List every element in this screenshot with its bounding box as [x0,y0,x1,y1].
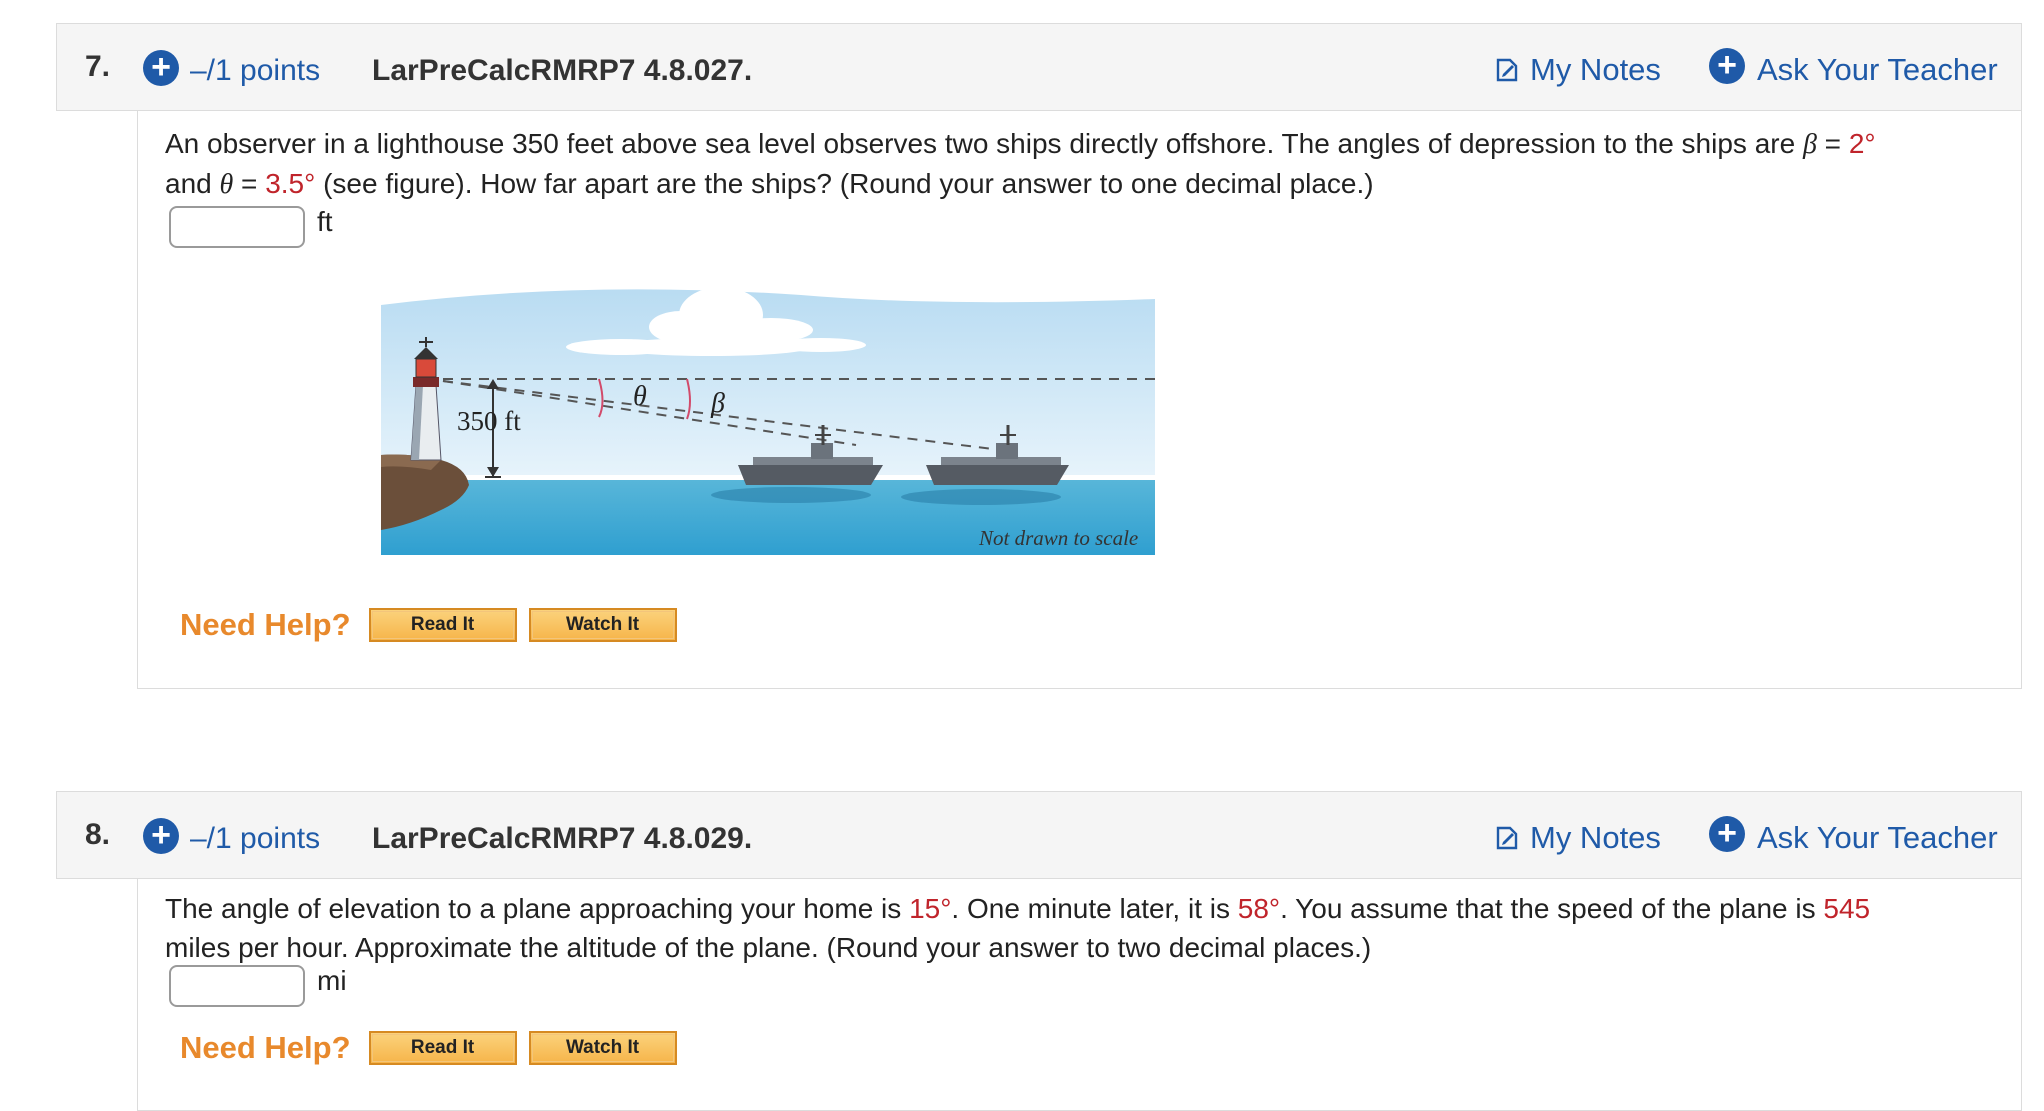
my-notes-link[interactable]: My Notes [1494,52,1661,88]
question-text: An observer in a lighthouse 350 feet abo… [165,128,1876,200]
beta-value: 2° [1848,128,1876,159]
my-notes-label: My Notes [1530,52,1661,87]
assignment-id: LarPreCalcRMRP7 4.8.027. [372,54,753,87]
question-header: 7. + –/1 points LarPreCalcRMRP7 4.8.027.… [56,23,2022,111]
question-body: The angle of elevation to a plane approa… [137,879,2022,1111]
points-link[interactable]: –/1 points [190,822,320,856]
speed-value: 545 [1823,893,1871,924]
question-number: 7. [85,50,111,83]
theta-label: θ [633,381,647,412]
question-number: 8. [85,818,111,851]
answer-input[interactable] [169,206,305,248]
beta-label: β [710,388,725,419]
plus-circle-icon[interactable]: + [1709,48,1745,84]
note-icon [1496,826,1518,850]
scale-note: Not drawn to scale [978,526,1138,550]
question-body: An observer in a lighthouse 350 feet abo… [137,111,2022,689]
my-notes-link[interactable]: My Notes [1494,820,1661,856]
plus-circle-icon[interactable]: + [143,50,179,86]
assignment-id: LarPreCalcRMRP7 4.8.029. [372,822,753,855]
ask-teacher-label: Ask Your Teacher [1757,820,1998,855]
plus-circle-icon[interactable]: + [1709,816,1745,852]
question-header: 8. + –/1 points LarPreCalcRMRP7 4.8.029.… [56,791,2022,879]
angle-2-value: 58° [1237,893,1281,924]
read-it-button[interactable]: Read It [368,608,517,642]
need-help-label: Need Help? [180,1030,351,1065]
points-link[interactable]: –/1 points [190,54,320,88]
plus-circle-icon[interactable]: + [143,818,179,854]
theta-symbol: θ [219,169,234,200]
watch-it-button[interactable]: Watch It [528,1031,677,1065]
ask-teacher-link[interactable]: Ask Your Teacher [1757,52,1998,88]
ask-teacher-label: Ask Your Teacher [1757,52,1998,87]
figure-illustration: 350 ft θ β Not drawn to scale [381,287,1155,555]
my-notes-label: My Notes [1530,820,1661,855]
read-it-button[interactable]: Read It [368,1031,517,1065]
note-icon [1496,58,1518,82]
beta-symbol: β [1802,129,1817,160]
question-text: The angle of elevation to a plane approa… [165,893,1871,963]
need-help-row: Need Help? Read It Watch It [180,1030,689,1066]
ask-teacher-link[interactable]: Ask Your Teacher [1757,820,1998,856]
answer-row: mi [169,965,347,1007]
height-label: 350 ft [457,406,521,436]
answer-unit: mi [317,965,347,996]
need-help-label: Need Help? [180,607,351,642]
watch-it-button[interactable]: Watch It [528,608,677,642]
theta-value: 3.5° [265,168,316,199]
answer-input[interactable] [169,965,305,1007]
answer-unit: ft [317,206,333,237]
answer-row: ft [169,206,333,248]
need-help-row: Need Help? Read It Watch It [180,607,689,643]
angle-1-value: 15° [909,893,952,924]
lighthouse-figure: 350 ft θ β Not drawn to scale [381,285,1155,560]
